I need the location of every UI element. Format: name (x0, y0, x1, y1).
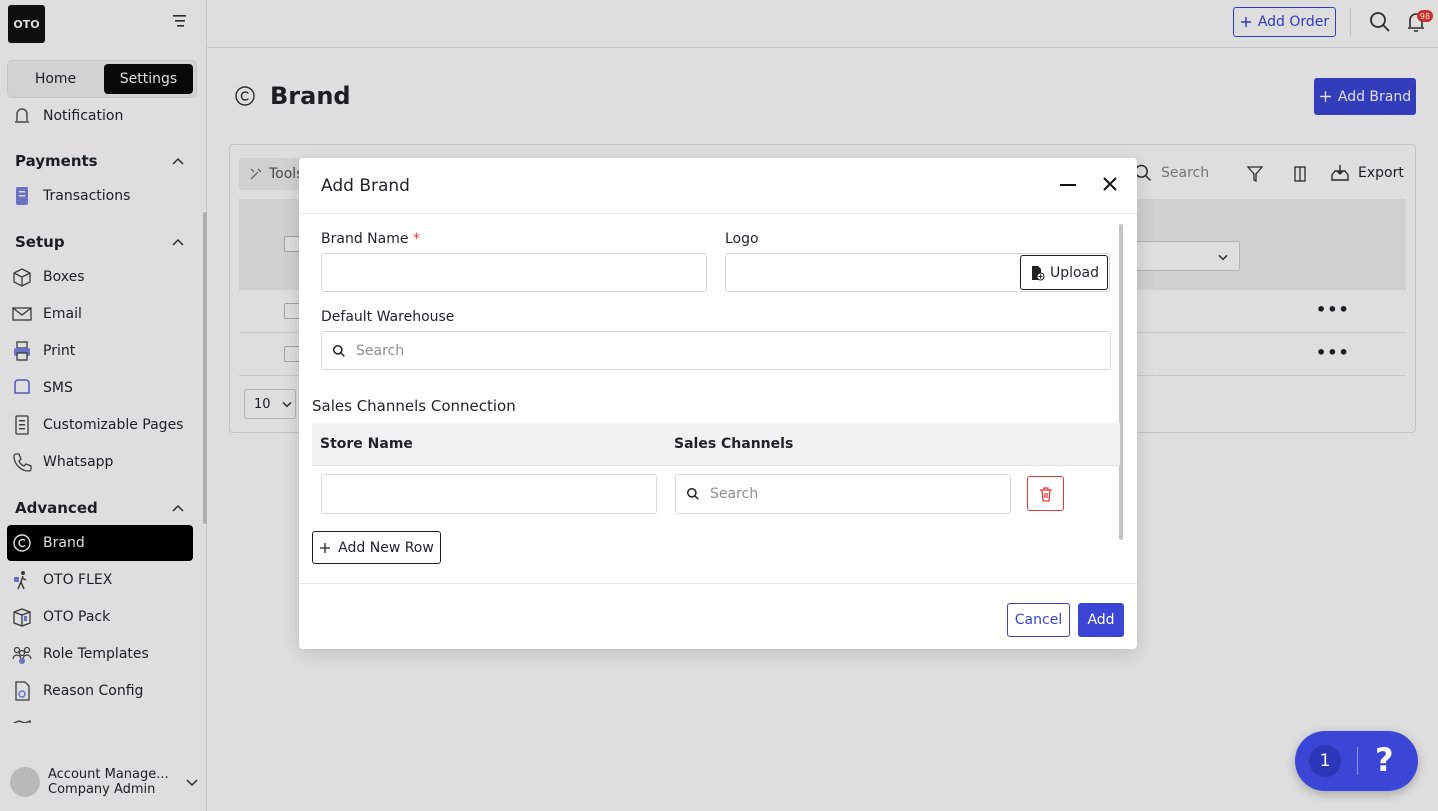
upload-file-icon (1031, 265, 1045, 280)
channels-placeholder: Search (710, 486, 759, 502)
add-new-row-label: Add New Row (338, 539, 434, 556)
divider (1357, 747, 1358, 775)
modal-title: Add Brand (321, 176, 410, 196)
required-mark: * (412, 231, 420, 247)
sales-channels-search[interactable]: Search (675, 474, 1011, 514)
plus-icon (320, 542, 331, 553)
add-button[interactable]: Add (1078, 603, 1124, 637)
modal-footer: Cancel Add (299, 583, 1137, 649)
help-count-badge: 1 (1309, 745, 1341, 777)
col-sales-channels: Sales Channels (674, 436, 794, 452)
upload-button[interactable]: Upload (1020, 255, 1108, 290)
modal-header: Add Brand (299, 158, 1137, 214)
search-icon (332, 344, 345, 357)
search-icon (686, 487, 699, 500)
delete-row-button[interactable] (1027, 476, 1064, 511)
store-name-input[interactable] (321, 474, 657, 514)
brand-name-label-text: Brand Name (321, 231, 409, 247)
sales-channels-table-header: Store Name Sales Channels (312, 423, 1120, 466)
col-store-name: Store Name (320, 436, 413, 452)
add-brand-modal: Add Brand Brand Name * Logo Upload Defau… (299, 158, 1137, 649)
help-question-icon: ? (1375, 741, 1394, 779)
help-widget[interactable]: 1 ? (1295, 731, 1418, 791)
default-warehouse-label: Default Warehouse (321, 309, 455, 325)
add-new-row-button[interactable]: Add New Row (312, 531, 441, 564)
sales-channels-section-title: Sales Channels Connection (312, 397, 516, 415)
modal-scrollbar[interactable] (1119, 224, 1123, 540)
minimize-icon[interactable] (1058, 175, 1078, 195)
warehouse-placeholder: Search (356, 342, 405, 359)
close-icon[interactable] (1101, 175, 1119, 193)
brand-name-input[interactable] (321, 253, 707, 292)
cancel-button[interactable]: Cancel (1007, 603, 1070, 637)
brand-name-label: Brand Name * (321, 231, 420, 247)
upload-label: Upload (1049, 264, 1100, 281)
trash-icon (1039, 486, 1052, 502)
logo-label: Logo (725, 231, 759, 247)
default-warehouse-search[interactable]: Search (321, 331, 1111, 370)
